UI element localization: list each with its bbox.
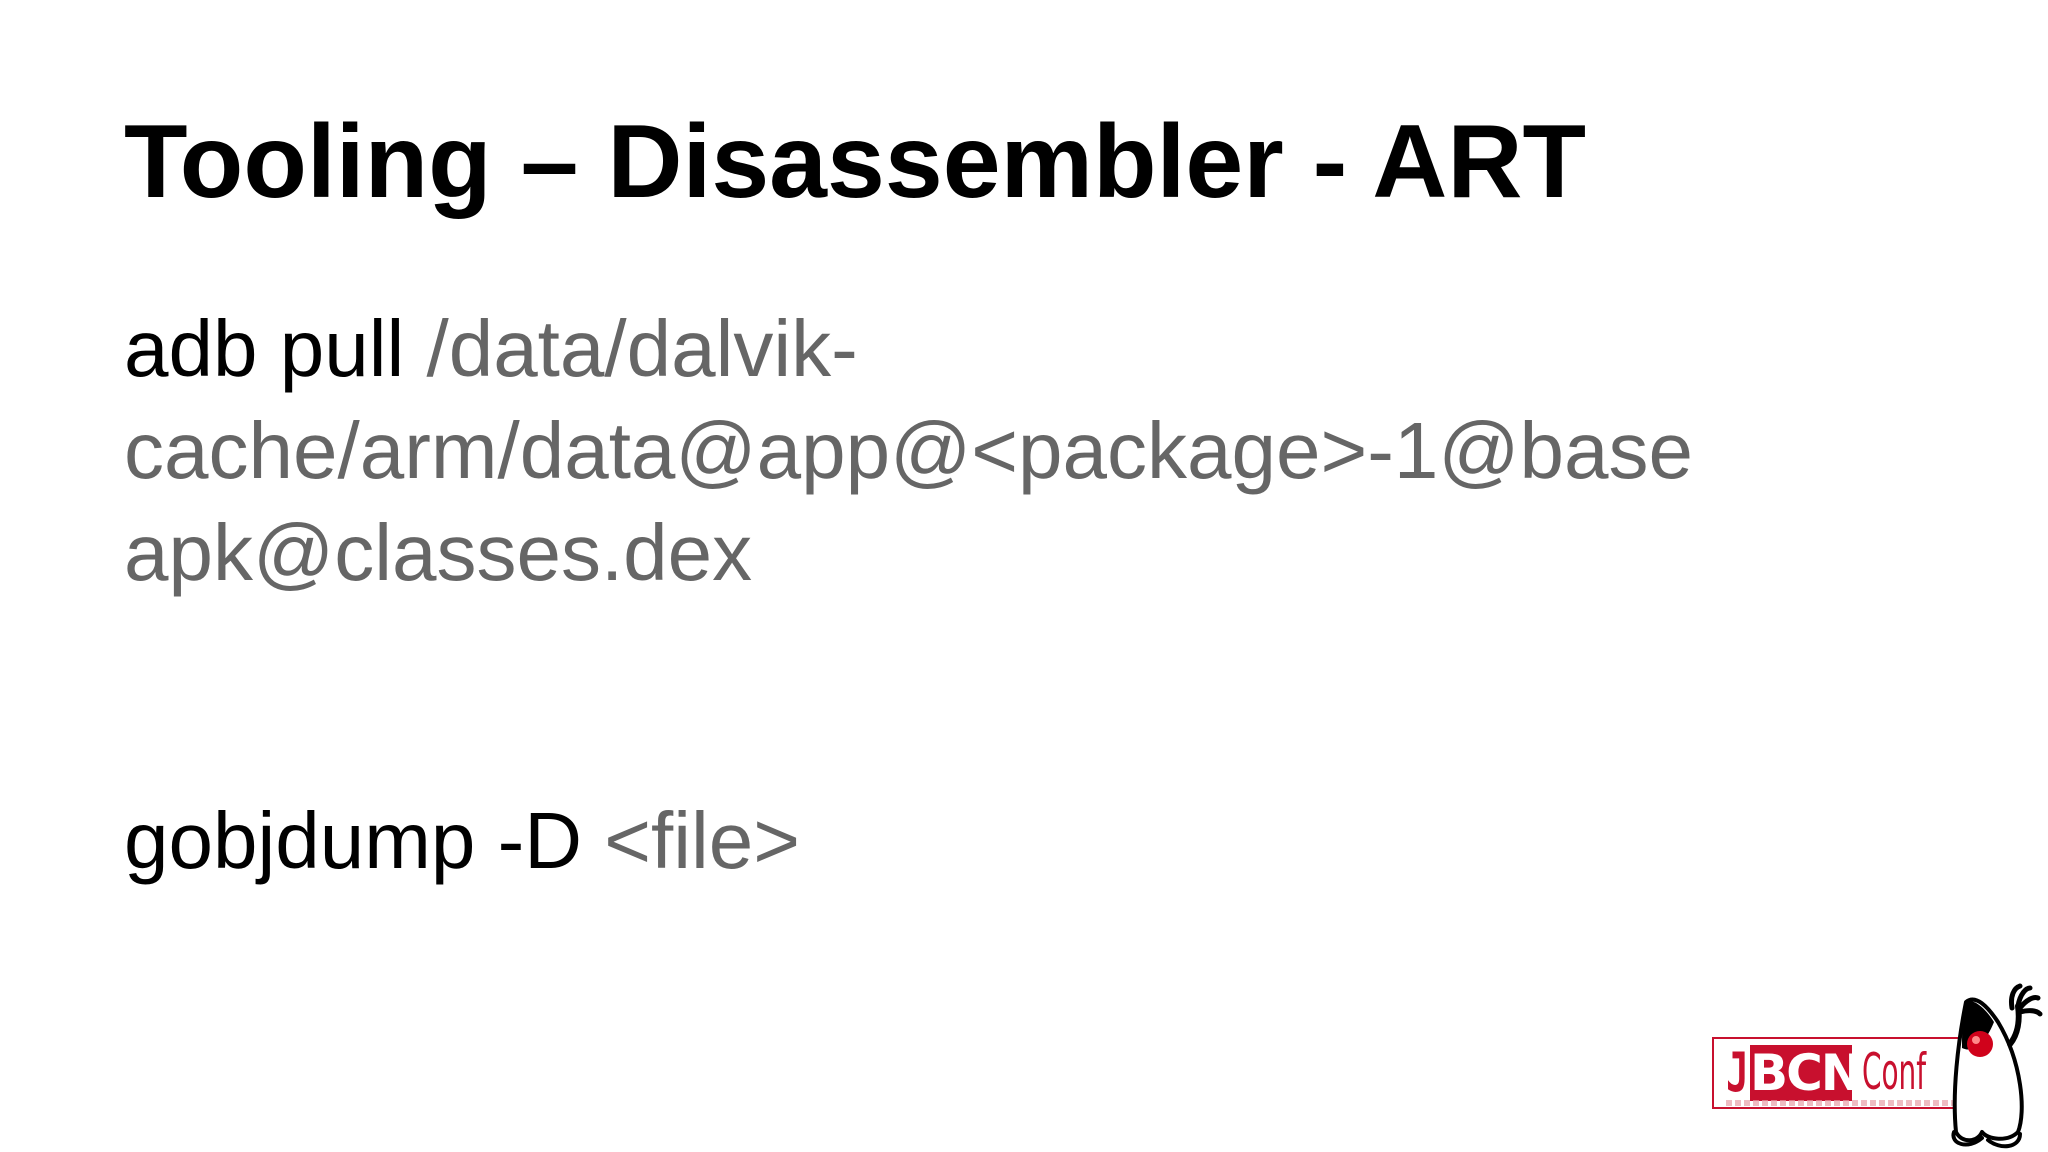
command-argument: <file> (604, 796, 800, 885)
logo-conf: Conf (1862, 1043, 1927, 1101)
logo-wordmark: J BCN Conf (1712, 1037, 1982, 1109)
command-gobjdump: gobjdump -D <file> (124, 790, 800, 892)
command-adb-pull: adb pull /data/dalvik-cache/arm/data@app… (124, 298, 1924, 604)
command-text: gobjdump -D (124, 796, 583, 885)
command-text: adb pull (124, 304, 405, 393)
slide: Tooling – Disassembler - ART adb pull /d… (0, 0, 2048, 1152)
logo-bcn: BCN (1750, 1044, 1863, 1102)
jbcnconf-logo: J BCN Conf (1712, 982, 2048, 1152)
slide-title: Tooling – Disassembler - ART (124, 104, 1587, 220)
duke-mascot-icon (1951, 983, 2043, 1149)
logo-j: J (1726, 1041, 1749, 1104)
logo-tagline (1726, 1100, 1966, 1106)
